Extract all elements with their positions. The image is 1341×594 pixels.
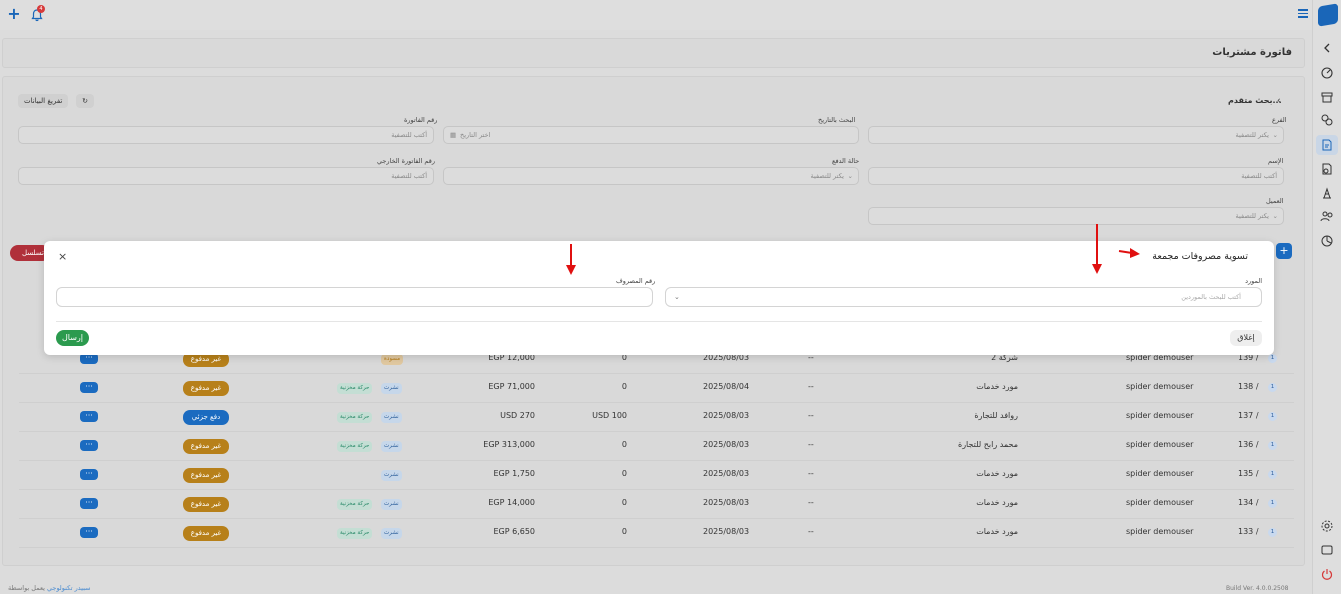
arrow-down-supplier [1092, 224, 1102, 274]
arrow-down-expense [566, 244, 576, 275]
annotation-arrows [566, 224, 1140, 275]
arrow-right-title [1118, 248, 1140, 258]
